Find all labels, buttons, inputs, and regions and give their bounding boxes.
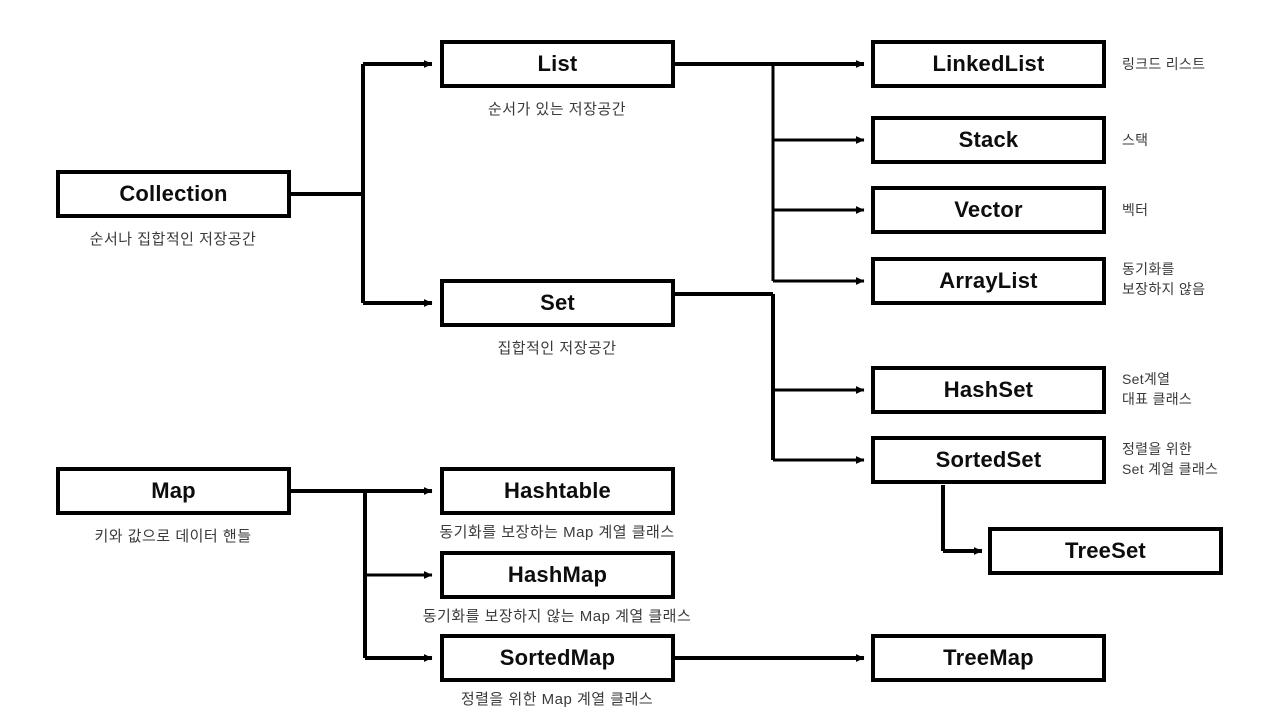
node-sortedmap[interactable]: SortedMap <box>440 634 675 682</box>
node-linkedlist-label: LinkedList <box>932 51 1045 76</box>
node-hashtable[interactable]: Hashtable <box>440 467 675 515</box>
node-collection[interactable]: Collection <box>56 170 291 218</box>
annotation-arraylist: 동기화를 보장하지 않음 <box>1122 261 1206 298</box>
node-set[interactable]: Set <box>440 279 675 327</box>
node-arraylist[interactable]: ArrayList <box>871 257 1106 305</box>
caption-hashtable: 동기화를 보장하는 Map 계열 클래스 <box>439 524 675 541</box>
node-treemap-label: TreeMap <box>943 645 1034 670</box>
node-stack-label: Stack <box>958 127 1019 152</box>
node-map-label: Map <box>151 478 196 503</box>
node-hashset-label: HashSet <box>943 377 1034 402</box>
node-sortedmap-label: SortedMap <box>499 645 616 670</box>
annotation-hashset: Set계열 대표 클래스 <box>1122 371 1193 408</box>
edge-sortedset-treeset <box>941 485 983 555</box>
diagram-canvas: Collection 순서나 집합적인 저장공간 Map 키와 값으로 데이터 … <box>0 0 1280 719</box>
node-hashmap[interactable]: HashMap <box>440 551 675 599</box>
node-collection-label: Collection <box>119 181 228 206</box>
caption-set: 집합적인 저장공간 <box>497 340 617 357</box>
caption-hashmap: 동기화를 보장하지 않는 Map 계열 클래스 <box>422 608 692 625</box>
node-treemap[interactable]: TreeMap <box>871 634 1106 682</box>
node-list[interactable]: List <box>440 40 675 88</box>
node-treeset[interactable]: TreeSet <box>988 527 1223 575</box>
caption-collection: 순서나 집합적인 저장공간 <box>89 231 257 248</box>
edge-map-branch <box>291 487 433 662</box>
annotation-linkedlist: 링크드 리스트 <box>1122 56 1206 72</box>
node-linkedlist[interactable]: LinkedList <box>871 40 1106 88</box>
node-treeset-label: TreeSet <box>1065 538 1146 563</box>
node-list-label: List <box>537 51 578 76</box>
node-vector[interactable]: Vector <box>871 186 1106 234</box>
caption-list: 순서가 있는 저장공간 <box>487 101 627 118</box>
annotation-vector: 벡터 <box>1122 202 1149 218</box>
annotation-sortedset: 정렬을 위한 Set 계열 클래스 <box>1122 441 1219 478</box>
caption-map: 키와 값으로 데이터 핸들 <box>94 528 252 545</box>
node-map[interactable]: Map <box>56 467 291 515</box>
caption-sortedmap: 정렬을 위한 Map 계열 클래스 <box>460 691 654 708</box>
node-arraylist-label: ArrayList <box>939 268 1038 293</box>
edge-list-branch <box>675 60 865 285</box>
edge-set-branch <box>675 292 865 464</box>
node-sortedset[interactable]: SortedSet <box>871 436 1106 484</box>
node-stack[interactable]: Stack <box>871 116 1106 164</box>
node-hashtable-label: Hashtable <box>504 478 611 503</box>
node-vector-label: Vector <box>954 197 1023 222</box>
node-set-label: Set <box>540 290 575 315</box>
node-hashset[interactable]: HashSet <box>871 366 1106 414</box>
annotation-stack: 스택 <box>1122 132 1149 148</box>
node-hashmap-label: HashMap <box>507 562 608 587</box>
edge-collection-branch <box>291 60 433 307</box>
node-sortedset-label: SortedSet <box>935 447 1042 472</box>
